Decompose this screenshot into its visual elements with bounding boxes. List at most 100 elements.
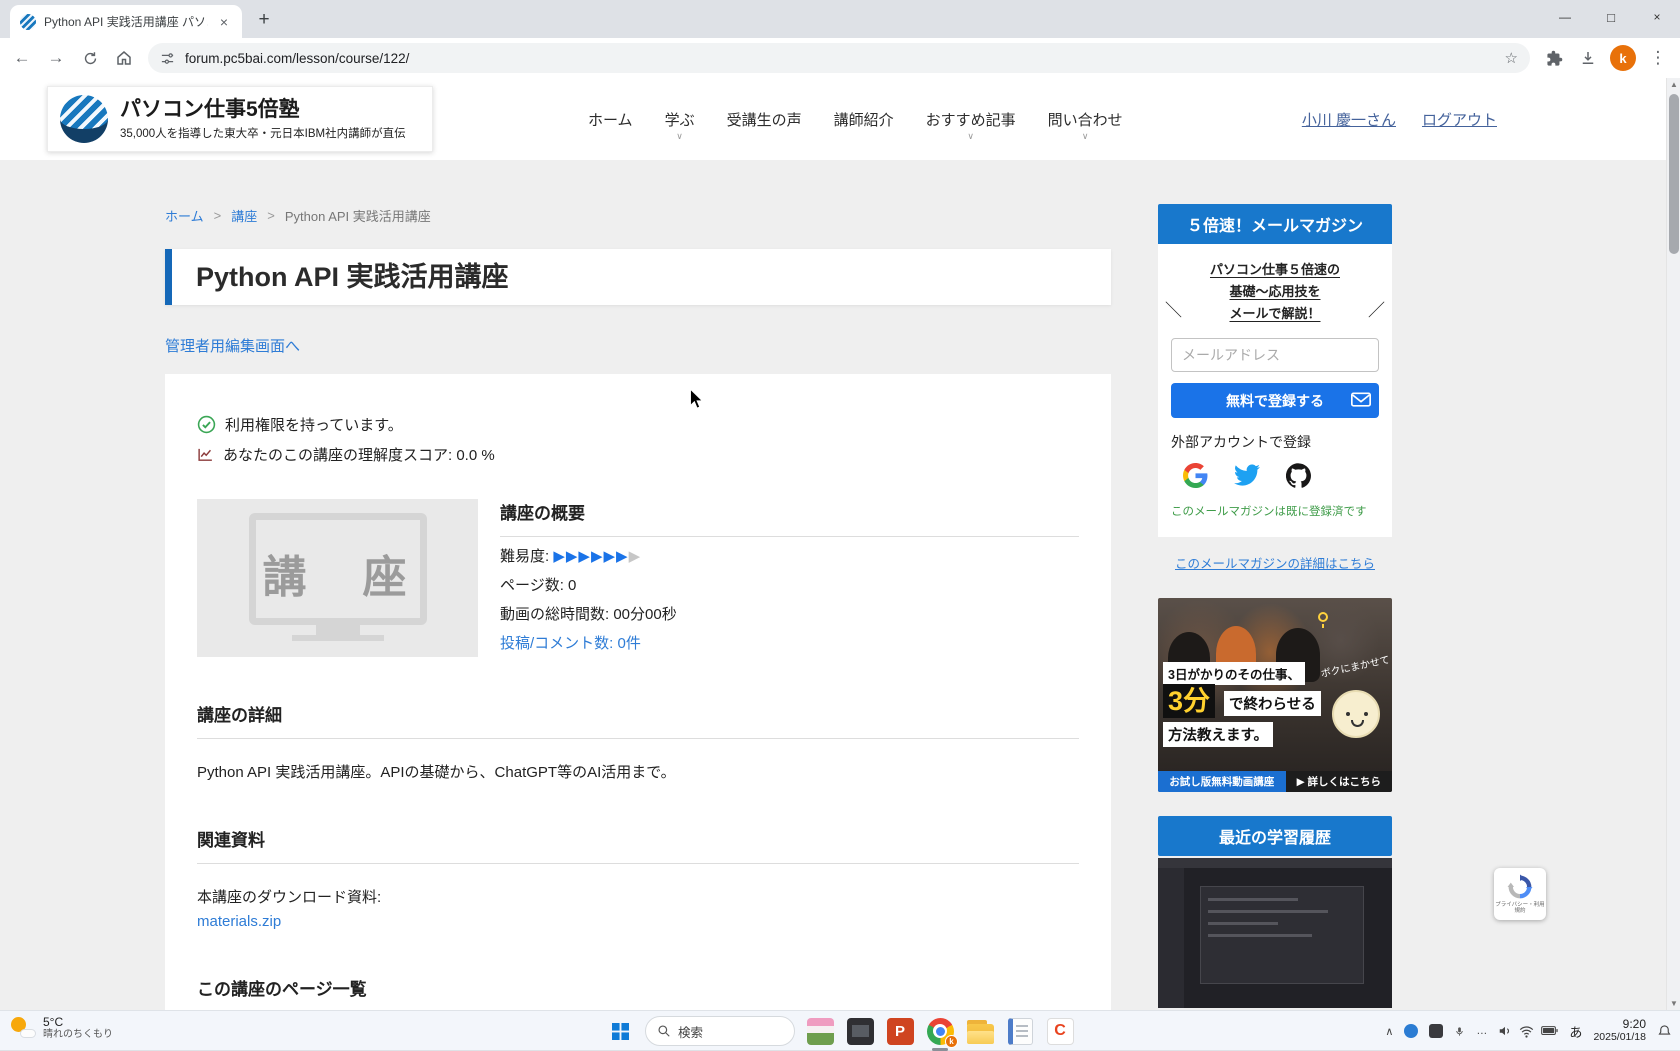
url-text[interactable]: forum.pc5bai.com/lesson/course/122/ bbox=[185, 51, 1495, 66]
taskbar: 5°C 晴れのちくもり 検索 P k C ∧ … bbox=[0, 1010, 1680, 1050]
extensions-icon[interactable] bbox=[1538, 42, 1570, 74]
history-thumbnail[interactable] bbox=[1158, 858, 1392, 1008]
materials-heading: 関連資料 bbox=[197, 826, 1079, 864]
materials-download-link[interactable]: materials.zip bbox=[197, 913, 281, 930]
ime-indicator[interactable]: あ bbox=[1569, 1022, 1582, 1041]
search-icon bbox=[657, 1024, 671, 1038]
tab-close-icon[interactable]: × bbox=[216, 14, 232, 30]
downloads-icon[interactable] bbox=[1572, 42, 1604, 74]
window-maximize-button[interactable]: □ bbox=[1588, 0, 1634, 34]
difficulty-filled-arrows: ▶▶▶▶▶▶ bbox=[553, 548, 628, 565]
site-title: パソコン仕事5倍塾 bbox=[120, 98, 406, 122]
external-account-label: 外部アカウントで登録 bbox=[1171, 432, 1379, 452]
address-bar[interactable]: forum.pc5bai.com/lesson/course/122/ ☆ bbox=[148, 43, 1530, 73]
taskbar-app-flowers[interactable] bbox=[805, 1016, 835, 1046]
newsletter-title: ５倍速！メールマガジン bbox=[1158, 204, 1392, 244]
admin-edit-link[interactable]: 管理者用編集画面へ bbox=[165, 335, 300, 356]
score-chart-icon bbox=[197, 446, 214, 463]
taskbar-app-notes[interactable] bbox=[1005, 1016, 1035, 1046]
window-minimize-button[interactable]: — bbox=[1542, 0, 1588, 34]
notes-app-icon bbox=[1008, 1018, 1033, 1045]
chevron-down-icon: ∨ bbox=[676, 131, 683, 142]
nav-item-contact[interactable]: 問い合わせ∨ bbox=[1048, 109, 1123, 130]
history-title: 最近の学習履歴 bbox=[1158, 816, 1392, 856]
details-heading: 講座の詳細 bbox=[197, 701, 1079, 739]
taskbar-clock[interactable]: 9:20 2025/01/18 bbox=[1593, 1018, 1646, 1044]
microphone-icon[interactable] bbox=[1454, 1026, 1465, 1037]
nav-item-home[interactable]: ホーム bbox=[588, 109, 633, 130]
ad-footer-left[interactable]: お試し版無料動画講座 bbox=[1158, 771, 1286, 792]
weather-desc: 晴れのちくもり bbox=[43, 1029, 113, 1041]
notifications-bell-icon[interactable] bbox=[1657, 1024, 1672, 1039]
check-circle-icon bbox=[197, 415, 216, 434]
chevron-down-icon: ∨ bbox=[1082, 131, 1089, 142]
newsletter-detail-link[interactable]: このメールマガジンの詳細はこちら bbox=[1158, 553, 1392, 572]
browser-toolbar: ← → forum.pc5bai.com/lesson/course/122/ … bbox=[0, 38, 1680, 78]
email-input[interactable] bbox=[1171, 338, 1379, 372]
site-logo[interactable]: パソコン仕事5倍塾 35,000人を指導した東大卒・元日本IBM社内講師が直伝 bbox=[47, 86, 433, 152]
tray-app-icon-dark[interactable] bbox=[1429, 1024, 1443, 1038]
recaptcha-badge[interactable]: プライバシー・利用規約 bbox=[1494, 868, 1546, 920]
weather-sun-cloud-icon bbox=[10, 1016, 36, 1040]
site-header: パソコン仕事5倍塾 35,000人を指導した東大卒・元日本IBM社内講師が直伝 … bbox=[0, 78, 1680, 160]
user-profile-link[interactable]: 小川 慶一さん bbox=[1302, 109, 1396, 130]
start-button[interactable] bbox=[605, 1016, 635, 1046]
tray-expand-chevron-icon[interactable]: ∧ bbox=[1385, 1025, 1393, 1038]
breadcrumb-separator: > bbox=[214, 208, 222, 223]
twitter-icon[interactable] bbox=[1234, 462, 1260, 488]
page-viewport: パソコン仕事5倍塾 35,000人を指導した東大卒・元日本IBM社内講師が直伝 … bbox=[0, 78, 1680, 1010]
ad-banner[interactable]: 3日がかりのその仕事、 3分 で終わらせる 方法教えます。 ボクにまかせて お試… bbox=[1158, 598, 1392, 792]
score-text: あなたのこの講座の理解度スコア: 0.0 % bbox=[223, 444, 495, 465]
nav-item-learn[interactable]: 学ぶ∨ bbox=[665, 109, 695, 130]
site-settings-icon[interactable] bbox=[160, 51, 175, 66]
clock-date: 2025/01/18 bbox=[1593, 1031, 1646, 1044]
newsletter-register-button[interactable]: 無料で登録する bbox=[1171, 383, 1379, 418]
recaptcha-icon bbox=[1507, 874, 1533, 900]
browser-profile-avatar[interactable]: k bbox=[1610, 45, 1636, 71]
taskbar-weather-widget[interactable]: 5°C 晴れのちくもり bbox=[10, 1015, 113, 1041]
page-count-text: ページ数: 0 bbox=[500, 574, 1079, 595]
taskbar-app-powerpoint[interactable]: P bbox=[885, 1016, 915, 1046]
nav-item-articles[interactable]: おすすめ記事∨ bbox=[926, 109, 1016, 130]
course-card: 利用権限を持っています。 あなたのこの講座の理解度スコア: 0.0 % 講 座 … bbox=[165, 374, 1111, 1010]
scrollbar-thumb[interactable] bbox=[1669, 94, 1679, 254]
browser-tabstrip: Python API 実践活用講座 パソコ × + — □ × bbox=[0, 0, 1680, 38]
taskbar-app-chrome[interactable]: k bbox=[925, 1016, 955, 1046]
nav-item-voices[interactable]: 受講生の声 bbox=[727, 109, 802, 130]
sidebar: ５倍速！メールマガジン ＼ ／ パソコン仕事５倍速の 基礎〜応用技を メールで解… bbox=[1158, 204, 1392, 1008]
breadcrumb-current: Python API 実践活用講座 bbox=[285, 206, 431, 225]
home-button[interactable] bbox=[108, 42, 140, 74]
chevron-down-icon: ∨ bbox=[967, 131, 974, 142]
window-close-button[interactable]: × bbox=[1634, 0, 1680, 34]
taskbar-app-photo[interactable] bbox=[845, 1016, 875, 1046]
taskbar-search[interactable]: 検索 bbox=[645, 1016, 795, 1046]
back-button[interactable]: ← bbox=[6, 42, 38, 74]
github-icon[interactable] bbox=[1286, 463, 1311, 488]
ad-footer-link[interactable]: ▶ 詳しくはこちら bbox=[1286, 771, 1392, 792]
battery-icon bbox=[1541, 1026, 1558, 1035]
breadcrumb-courses[interactable]: 講座 bbox=[231, 206, 257, 225]
bookmark-star-icon[interactable]: ☆ bbox=[1505, 49, 1518, 67]
reload-button[interactable] bbox=[74, 42, 106, 74]
google-icon[interactable] bbox=[1183, 463, 1208, 488]
site-logo-icon bbox=[60, 95, 108, 143]
forward-button[interactable]: → bbox=[40, 42, 72, 74]
browser-menu-icon[interactable]: ⋮ bbox=[1642, 42, 1674, 74]
system-tray-cluster[interactable] bbox=[1498, 1024, 1558, 1039]
course-thumbnail-caption: 講 座 bbox=[197, 541, 478, 605]
overview-heading: 講座の概要 bbox=[500, 499, 1079, 537]
taskbar-app-explorer[interactable] bbox=[965, 1016, 995, 1046]
ad-line1: 3日がかりのその仕事、 bbox=[1163, 662, 1305, 685]
taskbar-app-clibor[interactable]: C bbox=[1045, 1016, 1075, 1046]
tray-more-icon[interactable]: … bbox=[1476, 1025, 1487, 1037]
ad-mascot bbox=[1332, 690, 1384, 748]
ad-speech-text: ボクにまかせて bbox=[1319, 651, 1391, 680]
nav-item-instructors[interactable]: 講師紹介 bbox=[834, 109, 894, 130]
browser-tab[interactable]: Python API 実践活用講座 パソコ × bbox=[10, 5, 242, 38]
comments-count-link[interactable]: 投稿/コメント数: 0件 bbox=[500, 635, 641, 652]
logout-link[interactable]: ログアウト bbox=[1422, 109, 1497, 130]
breadcrumb-home[interactable]: ホーム bbox=[165, 206, 204, 225]
new-tab-button[interactable]: + bbox=[250, 6, 278, 34]
tray-app-icon-blue[interactable] bbox=[1404, 1024, 1418, 1038]
page-scrollbar[interactable]: ▲ ▼ bbox=[1666, 78, 1680, 1010]
